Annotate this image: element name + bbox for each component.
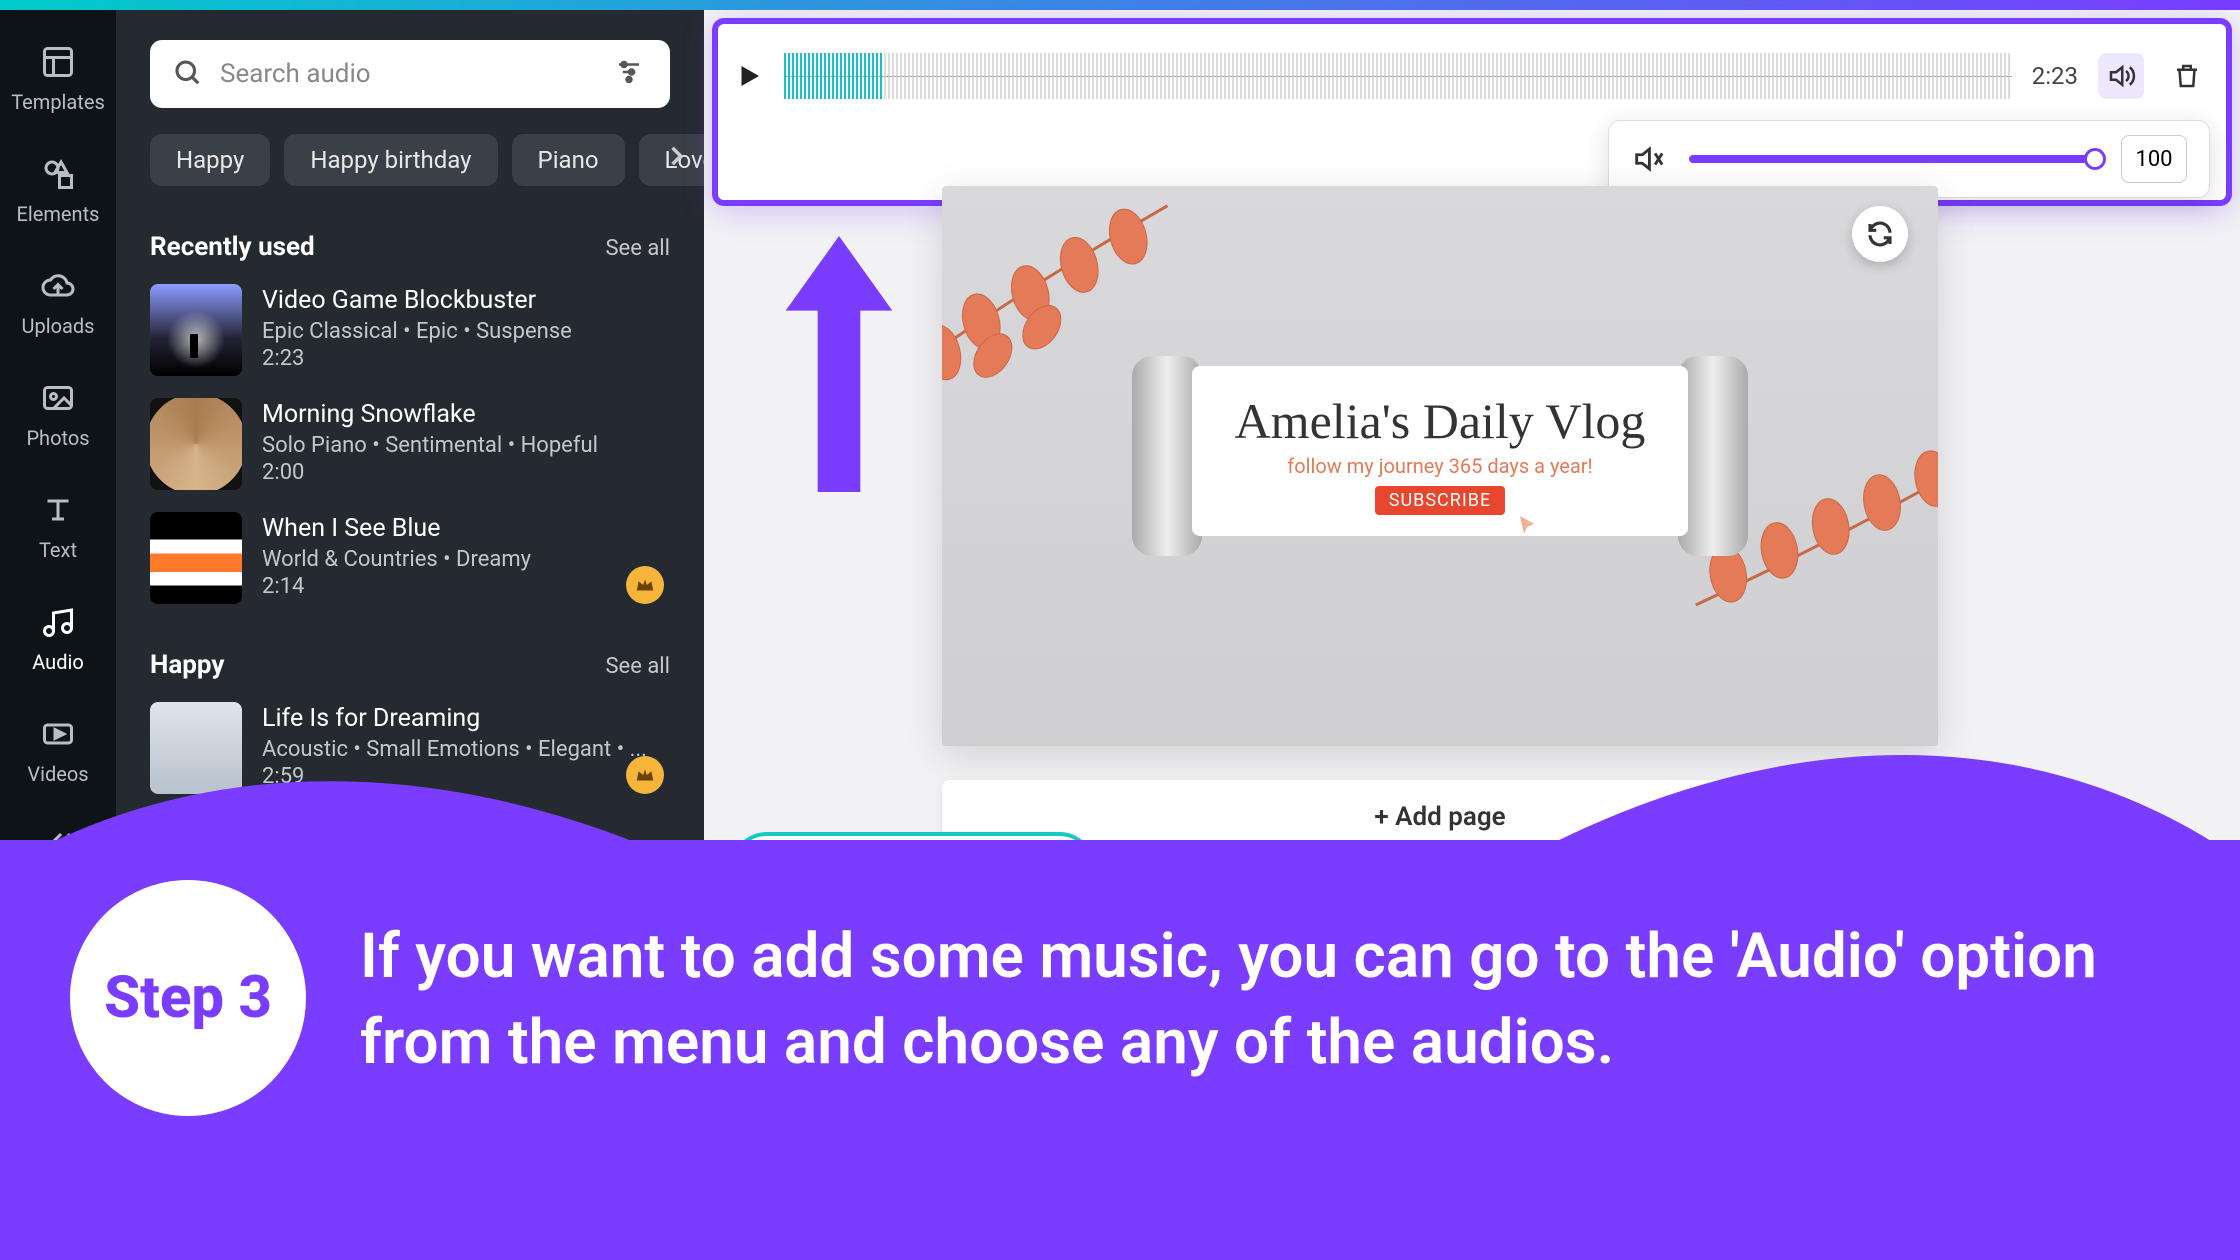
filter-icon[interactable] <box>614 57 648 91</box>
chip-happy[interactable]: Happy <box>150 134 270 186</box>
track-title: Morning Snowflake <box>262 400 670 429</box>
volume-slider[interactable] <box>1689 155 2097 163</box>
volume-value[interactable]: 100 <box>2121 135 2187 183</box>
track-thumb <box>150 512 242 604</box>
rail-text-label: Text <box>39 538 77 562</box>
photos-icon <box>36 376 80 420</box>
rail-uploads[interactable]: Uploads <box>0 264 116 338</box>
track-thumb <box>150 398 242 490</box>
page-tagline: follow my journey 365 days a year! <box>1222 454 1658 478</box>
callout-arrow-icon <box>784 236 894 496</box>
page-title: Amelia's Daily Vlog <box>1222 392 1658 450</box>
volume-button[interactable] <box>2098 53 2144 99</box>
track-sub: Epic Classical • Epic • Suspense <box>262 319 670 344</box>
rail-elements-label: Elements <box>17 202 100 226</box>
search-box[interactable] <box>150 40 670 108</box>
track-title: Video Game Blockbuster <box>262 286 670 315</box>
track-row[interactable]: Video Game Blockbuster Epic Classical • … <box>150 284 670 376</box>
audio-icon <box>36 600 80 644</box>
section-recent-title: Recently used <box>150 232 315 262</box>
rail-elements[interactable]: Elements <box>0 152 116 226</box>
track-row[interactable]: When I See Blue World & Countries • Drea… <box>150 512 670 604</box>
step-badge: Step 3 <box>70 880 306 1116</box>
audio-toolbar: 2:23 100 <box>712 18 2232 206</box>
track-thumb <box>150 284 242 376</box>
track-row[interactable]: Morning Snowflake Solo Piano • Sentiment… <box>150 398 670 490</box>
cursor-icon <box>1514 514 1538 538</box>
rail-audio[interactable]: Audio <box>0 600 116 674</box>
track-title: When I See Blue <box>262 514 670 543</box>
audio-duration: 2:23 <box>2032 62 2078 90</box>
premium-icon <box>626 566 664 604</box>
rail-text[interactable]: Text <box>0 488 116 562</box>
track-sub: Solo Piano • Sentimental • Hopeful <box>262 433 670 458</box>
chip-row: Happy Happy birthday Piano Love <box>150 134 670 186</box>
text-icon <box>36 488 80 532</box>
app-topbar <box>0 0 2240 10</box>
subscribe-button: SUBSCRIBE <box>1375 486 1505 515</box>
chip-happy-birthday[interactable]: Happy birthday <box>284 134 497 186</box>
tutorial-banner: Step 3 If you want to add some music, yo… <box>0 840 2240 1260</box>
rail-photos[interactable]: Photos <box>0 376 116 450</box>
rail-templates[interactable]: Templates <box>0 40 116 114</box>
torn-paper: Amelia's Daily Vlog follow my journey 36… <box>1142 356 1738 556</box>
play-button[interactable] <box>734 58 764 94</box>
mute-icon[interactable] <box>1631 142 1665 176</box>
rail-photos-label: Photos <box>26 426 89 450</box>
templates-icon <box>36 40 80 84</box>
search-input[interactable] <box>220 59 596 89</box>
canvas-page[interactable]: Amelia's Daily Vlog follow my journey 36… <box>942 186 1938 746</box>
elements-icon <box>36 152 80 196</box>
track-dur: 2:14 <box>262 574 670 599</box>
rail-uploads-label: Uploads <box>22 314 95 338</box>
section-happy-title: Happy <box>150 650 224 680</box>
delete-button[interactable] <box>2164 53 2210 99</box>
track-dur: 2:23 <box>262 346 670 371</box>
rail-audio-label: Audio <box>32 650 84 674</box>
chip-scroll-right[interactable] <box>662 142 690 174</box>
section-recent-seeall[interactable]: See all <box>605 236 670 261</box>
chip-piano[interactable]: Piano <box>512 134 625 186</box>
step-label: Step 3 <box>104 964 272 1032</box>
uploads-icon <box>36 264 80 308</box>
search-icon <box>172 57 202 91</box>
sync-button[interactable] <box>1852 206 1908 262</box>
rail-templates-label: Templates <box>11 90 105 114</box>
track-dur: 2:00 <box>262 460 670 485</box>
track-sub: World & Countries • Dreamy <box>262 547 670 572</box>
waveform[interactable] <box>784 53 2012 99</box>
section-happy-seeall[interactable]: See all <box>605 654 670 679</box>
banner-text: If you want to add some music, you can g… <box>360 914 2220 1085</box>
